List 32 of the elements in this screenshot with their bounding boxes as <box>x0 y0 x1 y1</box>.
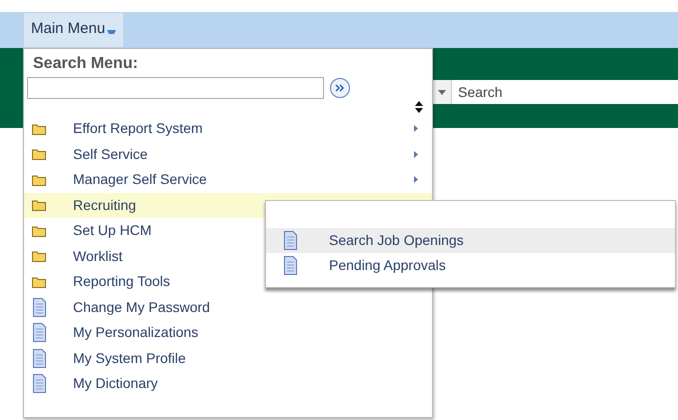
document-icon <box>284 231 297 250</box>
document-icon <box>32 323 46 342</box>
document-icon <box>284 256 297 275</box>
dropdown-button[interactable] <box>432 80 452 104</box>
menu-item[interactable]: My Personalizations <box>24 320 432 346</box>
main-menu-button[interactable]: Main Menu <box>23 12 124 48</box>
dropdown-icon <box>438 90 446 94</box>
search-field[interactable]: Search <box>452 80 678 104</box>
menu-item[interactable]: Effort Report System <box>24 116 432 142</box>
folder-icon <box>32 148 46 160</box>
double-chevron-icon <box>335 84 345 92</box>
submenu-item[interactable]: Search Job Openings <box>266 228 675 253</box>
folder-icon <box>32 199 46 212</box>
folder-icon <box>32 276 46 288</box>
document-icon <box>32 348 46 368</box>
menu-item[interactable]: Change My Password <box>24 294 432 320</box>
document-icon <box>32 298 46 317</box>
menu-item[interactable]: Manager Self Service <box>24 167 432 192</box>
menu-item[interactable]: My System Profile <box>24 346 432 371</box>
menu-item[interactable]: My Dictionary <box>24 371 432 396</box>
sort-icon[interactable] <box>415 101 423 113</box>
submenu-item[interactable]: Pending Approvals <box>266 253 675 278</box>
caret-icon <box>107 29 116 35</box>
folder-icon <box>32 122 46 135</box>
folder-icon <box>32 224 46 237</box>
document-icon <box>32 374 46 394</box>
menu-item[interactable]: Self Service <box>24 142 432 167</box>
folder-icon <box>32 250 46 262</box>
go-button[interactable] <box>330 78 350 98</box>
search-menu-label: Search Menu: <box>33 54 139 74</box>
folder-icon <box>32 174 46 186</box>
menu-search-input[interactable] <box>27 77 324 99</box>
